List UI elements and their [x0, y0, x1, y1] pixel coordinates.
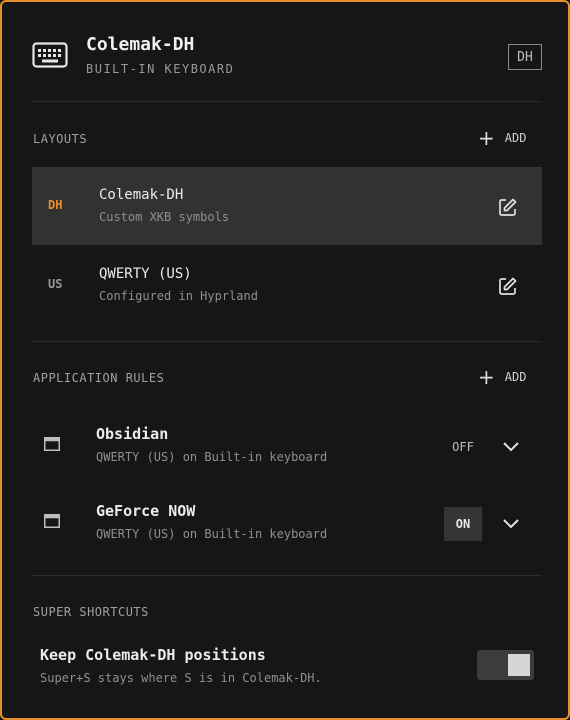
section-divider: [32, 575, 542, 576]
rules-section-title: APPLICATION RULES: [33, 371, 165, 385]
device-subtitle: BUILT-IN KEYBOARD: [86, 62, 235, 76]
add-layout-button[interactable]: + ADD: [478, 126, 527, 150]
rule-item-geforce-now: GeForce NOW QWERTY (US) on Built-in keyb…: [32, 499, 542, 559]
window-icon: [44, 437, 60, 451]
keep-positions-toggle[interactable]: [477, 650, 534, 680]
add-rule-label: ADD: [504, 370, 527, 384]
section-divider: [32, 341, 542, 342]
edit-icon[interactable]: [498, 276, 518, 296]
panel-header: Colemak-DH BUILT-IN KEYBOARD DH: [32, 32, 542, 102]
plus-icon: +: [478, 126, 495, 150]
layout-name: Colemak-DH: [99, 187, 184, 203]
rule-toggle[interactable]: OFF: [444, 430, 482, 464]
add-rule-button[interactable]: + ADD: [478, 365, 527, 389]
layout-code: DH: [48, 198, 63, 212]
keyboard-settings-panel: Colemak-DH BUILT-IN KEYBOARD DH LAYOUTS …: [0, 0, 570, 720]
plus-icon: +: [478, 365, 495, 389]
layout-name: QWERTY (US): [99, 266, 192, 282]
keyboard-icon: [32, 42, 68, 68]
shortcut-setting-title: Keep Colemak-DH positions: [40, 646, 266, 664]
shortcut-setting-description: Super+S stays where S is in Colemak-DH.: [40, 671, 322, 685]
toggle-knob: [508, 654, 530, 676]
rule-toggle[interactable]: ON: [444, 507, 482, 541]
rule-app-name: GeForce NOW: [96, 502, 196, 520]
page-title: Colemak-DH: [86, 34, 195, 55]
layout-item-colemak-dh[interactable]: DH Colemak-DH Custom XKB symbols: [32, 167, 542, 245]
layout-code: US: [48, 277, 63, 291]
rule-description: QWERTY (US) on Built-in keyboard: [96, 527, 328, 541]
rule-item-obsidian: Obsidian QWERTY (US) on Built-in keyboar…: [32, 422, 542, 482]
add-layout-label: ADD: [504, 131, 527, 145]
layouts-section-title: LAYOUTS: [33, 132, 88, 146]
window-icon: [44, 514, 60, 528]
edit-icon[interactable]: [498, 197, 518, 217]
layout-item-qwerty-us[interactable]: US QWERTY (US) Configured in Hyprland: [32, 246, 542, 324]
layout-description: Configured in Hyprland: [99, 289, 258, 303]
layout-badge: DH: [508, 44, 542, 70]
chevron-down-icon[interactable]: [502, 516, 520, 530]
shortcuts-section-title: SUPER SHORTCUTS: [33, 605, 149, 619]
rule-app-name: Obsidian: [96, 425, 169, 443]
rule-description: QWERTY (US) on Built-in keyboard: [96, 450, 328, 464]
chevron-down-icon[interactable]: [502, 439, 520, 453]
layout-description: Custom XKB symbols: [99, 210, 230, 224]
